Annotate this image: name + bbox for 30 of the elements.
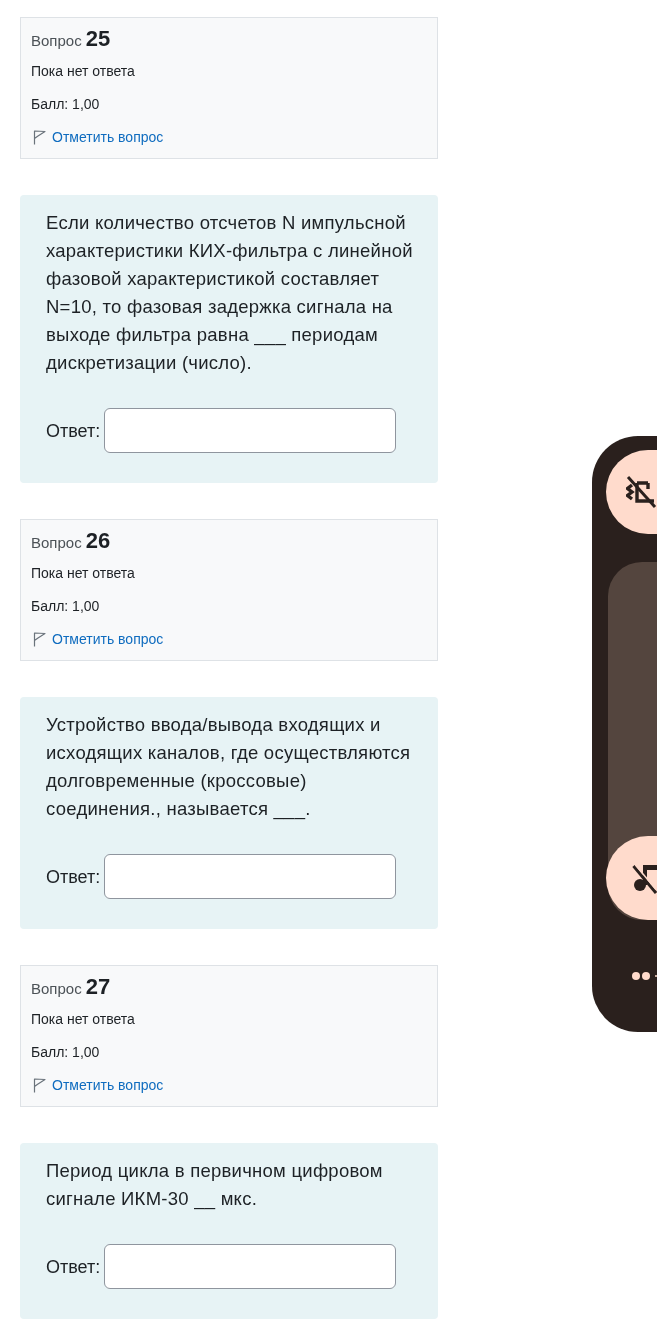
grade-text: Балл: 1,00 [31,597,100,616]
more-options-icon[interactable] [632,972,657,980]
music-off-icon [632,862,657,894]
answer-label: Ответ: [46,865,101,889]
flag-icon [33,130,46,145]
answer-status-text: Пока нет ответа [31,1010,135,1029]
question-text: Если количество отсчетов N импульсной характеристики КИХ-фильтра с линейной фазовой характеристикой составляет N=10, то фазовая задержка сигнала на выходе фильтра равна ___ периодам дискретизации (число). [46,211,414,375]
grade-text: Балл: 1,00 [31,1043,100,1062]
question-text: Период цикла в первичном цифровом сигнале ИКМ-30 __ мкс. [46,1159,384,1212]
answer-status-text: Пока нет ответа [31,62,135,81]
ringer-mode-button[interactable] [606,450,657,534]
question-heading: Вопрос 25 [31,26,111,53]
grade-text: Балл: 1,00 [31,95,100,114]
answer-label: Ответ: [46,419,101,443]
volume-slider-track[interactable] [608,562,657,920]
question-heading: Вопрос 27 [31,974,111,1001]
flag-question-link[interactable]: Отметить вопрос [31,629,164,650]
vibrate-off-icon [626,475,657,509]
flag-icon [33,632,46,647]
volume-slider-thumb[interactable] [606,836,657,920]
flag-question-link[interactable]: Отметить вопрос [31,127,164,148]
answer-field[interactable] [104,408,397,453]
answer-status-text: Пока нет ответа [31,564,135,583]
answer-label: Ответ: [46,1255,101,1279]
question-heading: Вопрос 26 [31,528,111,555]
answer-field[interactable] [104,1244,397,1289]
flag-question-link[interactable]: Отметить вопрос [31,1075,164,1096]
answer-field[interactable] [104,854,397,899]
flag-icon [33,1078,46,1093]
question-text: Устройство ввода/вывода входящих и исходящих каналов, где осуществляются долговременные (кроссовые) соединения., называется ___. [46,713,412,822]
